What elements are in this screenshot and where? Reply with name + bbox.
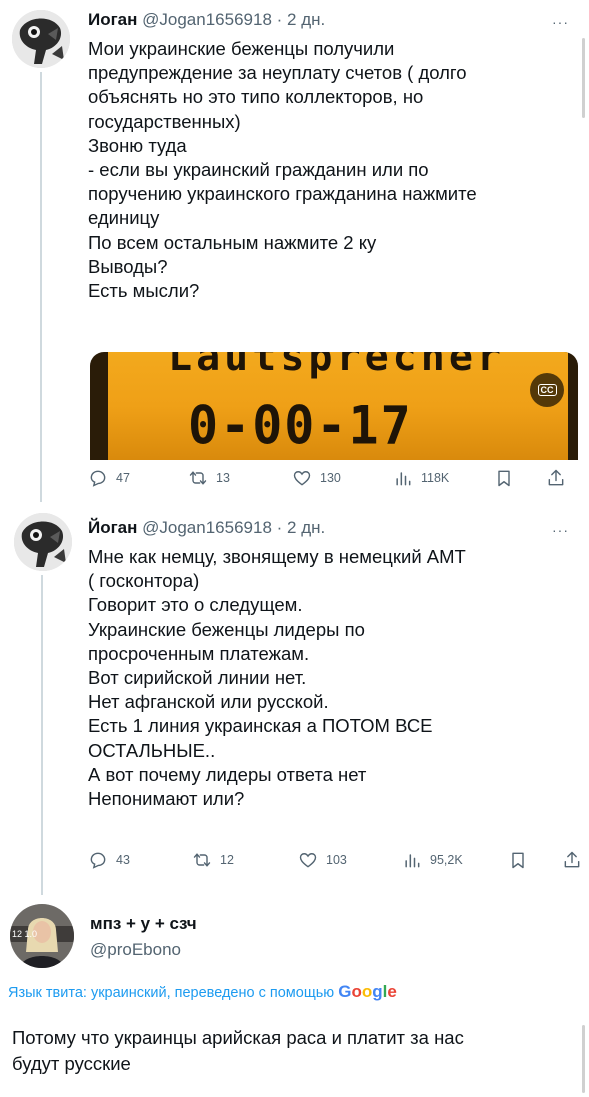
text-line: государственных) (88, 110, 241, 132)
share-button[interactable] (546, 468, 566, 488)
reply-button[interactable]: 47 (88, 468, 130, 488)
cc-label: CC (537, 384, 557, 396)
views-icon (405, 854, 420, 868)
separator-dot: · (276, 518, 283, 537)
avatar-overlay-text: 12 1.0 (12, 929, 37, 939)
timestamp[interactable]: 2 дн. (287, 10, 325, 29)
more-options-icon[interactable]: ··· (552, 14, 569, 30)
text-line: ОСТАЛЬНЫЕ.. (88, 739, 216, 761)
views-button[interactable]: 95,2K (402, 850, 463, 870)
text-line: Мои украинские беженцы получили (88, 38, 395, 59)
media-video[interactable]: Lautsprecher 0-00-17 ≑:Vol CC (90, 352, 578, 460)
lcd-top-text: Lautsprecher (168, 352, 505, 380)
tweet-text: Мне как немцу, звонящему в немецкий АМТ … (88, 545, 466, 811)
author-name[interactable]: Йоган (88, 518, 137, 537)
like-icon (299, 853, 317, 868)
author-name[interactable]: мпз + у + сзч (90, 914, 197, 934)
text-line: Нет афганской или русской. (88, 691, 329, 713)
bookmark-icon (512, 852, 524, 869)
action-bar: 43 12 103 95,2K (88, 850, 588, 874)
author-handle[interactable]: @proEbono (90, 940, 181, 960)
text-line: Потому что украинцы арийская раса и плат… (12, 1027, 464, 1048)
thread-line (40, 72, 42, 502)
views-button[interactable]: 118K (393, 468, 449, 488)
avatar-image (14, 513, 72, 571)
text-line: будут русские (12, 1053, 131, 1074)
text-line: просроченным платежам. (88, 642, 310, 664)
text-line: Выводы? (88, 255, 168, 277)
tweet-text: Потому что украинцы арийская раса и плат… (12, 1025, 464, 1077)
author-handle[interactable]: @Jogan1656918 (142, 10, 272, 29)
text-line: Есть 1 линия украинская а ПОТОМ ВСЕ (88, 715, 433, 737)
lcd-main-text: 0-00-17 ≑:Vol (188, 395, 413, 460)
avatar-image: 12 1.0 (10, 904, 74, 968)
text-line: единицу (88, 207, 160, 229)
like-icon (293, 471, 311, 486)
share-button[interactable] (562, 850, 582, 870)
like-button[interactable]: 103 (298, 850, 347, 870)
reply-button[interactable]: 43 (88, 850, 130, 870)
views-count: 118K (421, 471, 450, 485)
tweet-header: Йоган @Jogan1656918 · 2 дн. (88, 518, 325, 538)
share-icon (564, 851, 580, 868)
bookmark-button[interactable] (508, 850, 528, 870)
text-line: По всем остальным нажмите 2 ку (88, 231, 377, 253)
avatar[interactable] (14, 513, 72, 571)
reply-count: 43 (116, 853, 130, 867)
bookmark-icon (498, 470, 510, 487)
reply-count: 47 (116, 471, 130, 485)
text-line: Мне как немцу, звонящему в немецкий АМТ (88, 546, 466, 567)
reply-icon (90, 852, 106, 869)
retweet-button[interactable]: 12 (192, 850, 234, 870)
translated-label: Язык твита: украинский, переведено с пом… (8, 985, 335, 1001)
like-count: 103 (326, 853, 347, 867)
thread-line (41, 575, 43, 895)
text-line: Звоню туда (88, 134, 187, 156)
text-line: предупреждение за неуплату счетов ( долг… (88, 62, 467, 84)
reply-icon (90, 470, 106, 487)
retweet-button[interactable]: 13 (188, 468, 230, 488)
action-bar: 47 13 130 118K (88, 468, 578, 492)
text-line: ( госконтора) (88, 570, 200, 592)
avatar-image (12, 10, 70, 68)
text-line: Вот сирийской линии нет. (88, 667, 307, 689)
text-line: поручению украинского гражданина нажмите (88, 183, 477, 205)
author-name[interactable]: Иоган (88, 10, 137, 29)
avatar[interactable] (12, 10, 70, 68)
retweet-count: 12 (220, 853, 234, 867)
text-line: - если вы украинский гражданин или по (88, 159, 429, 181)
tweet-header: Иоган @Jogan1656918 · 2 дн. (88, 10, 325, 30)
more-options-icon[interactable]: ··· (552, 522, 569, 538)
translated-by-link[interactable]: Язык твита: украинский, переведено с пом… (8, 982, 397, 1002)
views-icon (396, 472, 411, 486)
cc-icon[interactable]: CC (530, 373, 564, 407)
avatar[interactable]: 12 1.0 (10, 904, 74, 968)
share-icon (548, 469, 564, 486)
like-count: 130 (320, 471, 341, 485)
tweet-text: Мои украинские беженцы получили предупре… (88, 37, 477, 303)
scrollbar[interactable] (582, 1025, 585, 1093)
text-line: Говорит это о следущем. (88, 594, 303, 616)
lcd-display-image: Lautsprecher 0-00-17 ≑:Vol (108, 352, 568, 460)
separator-dot: · (276, 10, 283, 29)
text-line: Непонимают или? (88, 788, 245, 810)
retweet-count: 13 (216, 471, 230, 485)
text-line: объяснять но это типо коллекторов, но (88, 86, 424, 108)
text-line: Украинские беженцы лидеры по (88, 618, 365, 640)
text-line: Есть мысли? (88, 280, 200, 302)
author-handle[interactable]: @Jogan1656918 (142, 518, 272, 537)
bookmark-button[interactable] (494, 468, 514, 488)
like-button[interactable]: 130 (292, 468, 341, 488)
retweet-icon (193, 853, 211, 867)
text-line: А вот почему лидеры ответа нет (88, 763, 367, 785)
google-logo: Google (338, 982, 397, 1001)
scrollbar[interactable] (582, 38, 585, 118)
views-count: 95,2K (430, 853, 463, 867)
timestamp[interactable]: 2 дн. (287, 518, 325, 537)
retweet-icon (189, 471, 207, 485)
